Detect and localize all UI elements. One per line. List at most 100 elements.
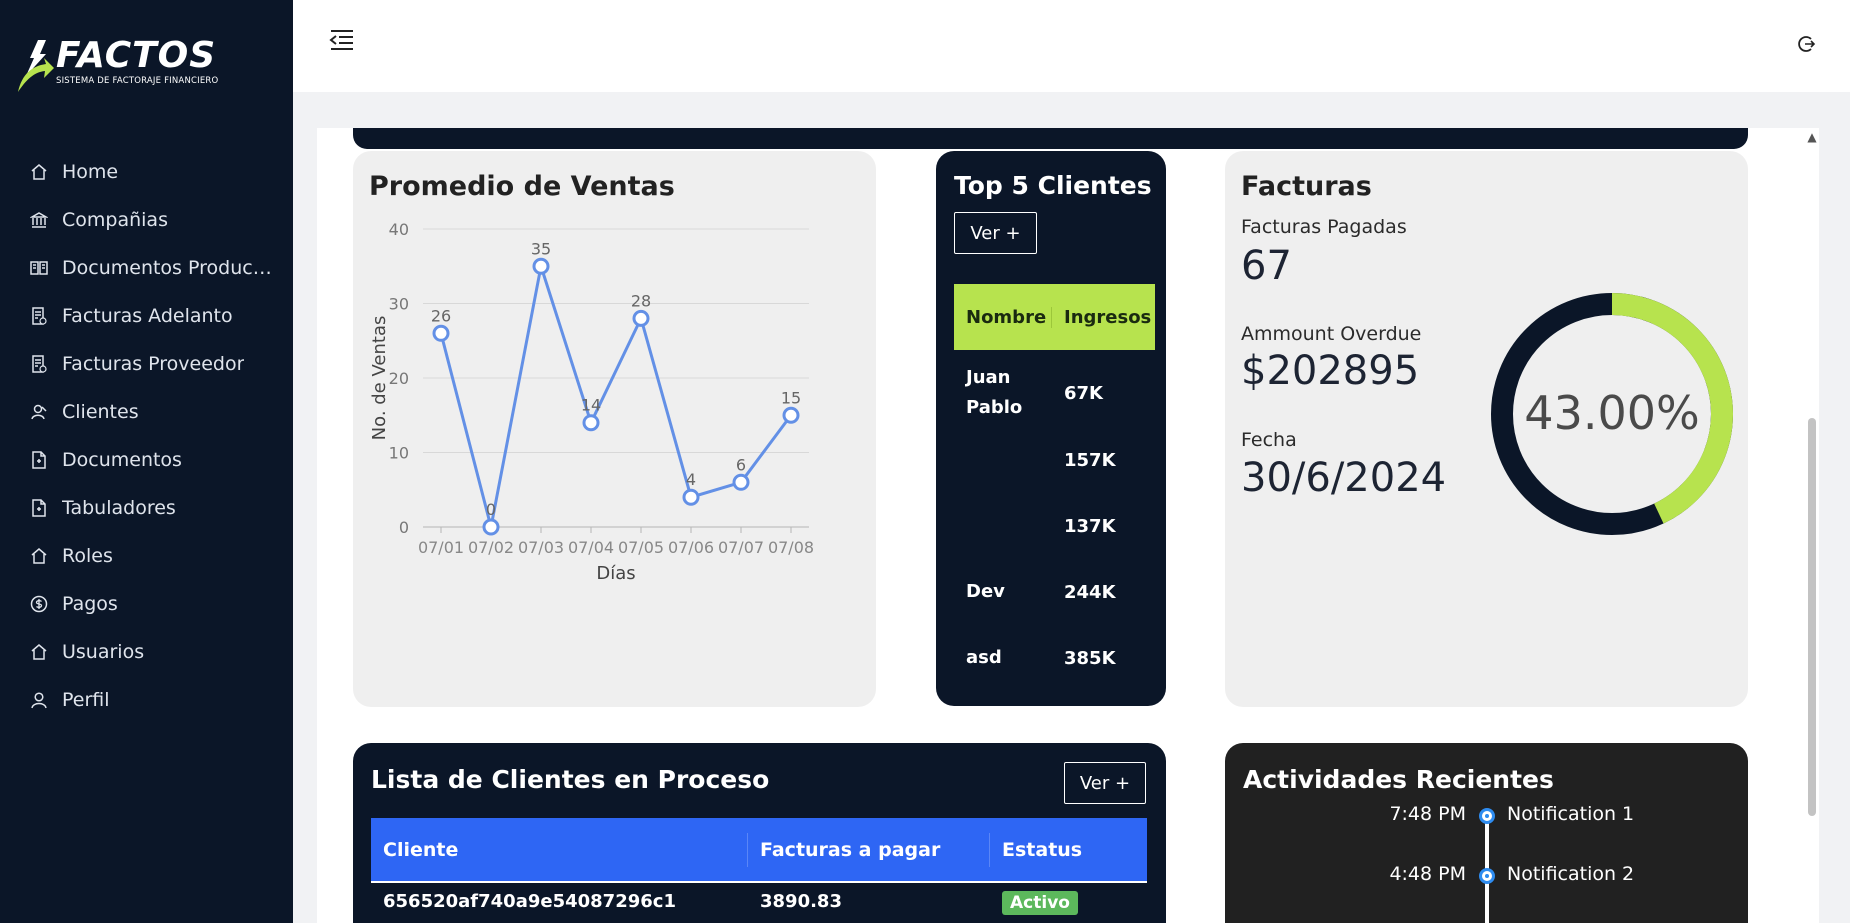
timeline-time: 7:48 PM [1389, 803, 1466, 825]
x-tick-label: 07/02 [468, 538, 514, 557]
topbar [293, 0, 1850, 92]
lista-header-estatus: Estatus [1002, 838, 1083, 861]
table-row[interactable]: Dev 244K [954, 567, 1155, 617]
timeline-item[interactable]: 4:48 PM Notification 2 [1225, 863, 1748, 887]
banner-strip [353, 128, 1748, 149]
table-row[interactable]: Juan Pablo 67K [954, 351, 1155, 435]
sidebar-item-label: Documentos [62, 449, 182, 471]
timeline-text: Notification 2 [1507, 863, 1635, 885]
x-tick-label: 07/07 [718, 538, 764, 557]
sidebar-item-label: Home [62, 161, 119, 183]
actividades-card: Actividades Recientes 7:48 PM Notificati… [1225, 743, 1748, 923]
sidebar-item-documentos[interactable]: Documentos [0, 436, 293, 484]
top5-header-ingresos: Ingresos [1064, 306, 1152, 328]
sidebar-item-perfil[interactable]: Perfil [0, 676, 293, 724]
lista-header-facturas: Facturas a pagar [748, 832, 990, 867]
donut-percent-label: 43.00% [1524, 386, 1699, 440]
sidebar-item-pagos[interactable]: Pagos [0, 580, 293, 628]
sidebar-item-facturas-proveedor[interactable]: Facturas Proveedor [0, 340, 293, 388]
sidebar-item-label: Tabuladores [62, 497, 176, 519]
top5-cell-ingresos: 137K [1064, 515, 1116, 537]
sidebar-nav: Home Compañias Documentos Productos Fact… [0, 148, 293, 724]
document-icon [32, 451, 46, 469]
top5-cell-nombre: Juan Pablo [966, 367, 1023, 418]
facturas-donut-chart: 43.00% [1491, 293, 1733, 535]
y-tick-label: 0 [399, 518, 409, 537]
y-tick-label: 10 [389, 444, 409, 463]
sidebar-item-home[interactable]: Home [0, 148, 293, 196]
fecha-label: Fecha [1241, 429, 1297, 451]
timeline-dot-icon [1479, 808, 1495, 824]
sidebar-item-documentos-productos[interactable]: Documentos Productos [0, 244, 293, 292]
y-tick-label: 40 [389, 220, 409, 239]
brand-logo[interactable]: FACTOS SISTEMA DE FACTORAJE FINANCIERO [16, 38, 218, 94]
y-axis-label: No. de Ventas [369, 316, 390, 441]
x-tick-label: 07/03 [518, 538, 564, 557]
page-scrollbar[interactable]: ▲ [1805, 128, 1819, 923]
sidebar-item-label: Clientes [62, 401, 139, 423]
sidebar: FACTOS SISTEMA DE FACTORAJE FINANCIERO H… [0, 0, 293, 923]
lista-cell-facturas: 3890.83 [760, 891, 842, 912]
timeline-item[interactable]: 7:48 PM Notification 1 [1225, 803, 1748, 827]
top5-cell-nombre: Dev [966, 581, 1005, 602]
brand-name: FACTOS [56, 35, 217, 76]
overdue-value: $202895 [1241, 348, 1420, 394]
data-label: 28 [631, 291, 651, 310]
data-label: 15 [781, 388, 801, 407]
x-tick-label: 07/06 [668, 538, 714, 557]
status-badge: Activo [1002, 891, 1078, 915]
sidebar-item-companias[interactable]: Compañias [0, 196, 293, 244]
logout-icon[interactable] [1796, 34, 1816, 54]
menu-collapse-icon[interactable] [329, 28, 355, 52]
sidebar-item-roles[interactable]: Roles [0, 532, 293, 580]
top5-cell-ingresos: 385K [1064, 647, 1116, 669]
data-label: 26 [431, 306, 451, 325]
timeline-text: Notification 1 [1507, 803, 1635, 825]
facturas-pagadas-label: Facturas Pagadas [1241, 216, 1407, 238]
invoice-icon [32, 307, 47, 325]
y-tick-label: 30 [389, 295, 409, 314]
data-point [482, 518, 500, 536]
top5-title: Top 5 Clientes [954, 171, 1152, 200]
timeline-dot-icon [1479, 868, 1495, 884]
top5-clientes-card: Top 5 Clientes Ver + Nombre Ingresos Jua… [936, 151, 1166, 706]
x-axis-label: Días [596, 563, 635, 584]
data-point [782, 406, 800, 424]
data-label: 0 [486, 500, 496, 519]
data-label: 35 [531, 239, 551, 258]
users-icon [31, 404, 47, 420]
facturas-pagadas-value: 67 [1241, 243, 1292, 289]
lista-clientes-card: Lista de Clientes en Proceso Ver + Clien… [353, 743, 1166, 923]
table-row[interactable]: asd 385K [954, 633, 1155, 683]
data-label: 14 [581, 396, 601, 415]
sidebar-item-usuarios[interactable]: Usuarios [0, 628, 293, 676]
y-tick-label: 20 [389, 369, 409, 388]
data-point [682, 488, 700, 506]
lista-title: Lista de Clientes en Proceso [371, 765, 770, 794]
top5-cell-ingresos: 157K [1064, 449, 1116, 471]
sidebar-item-clientes[interactable]: Clientes [0, 388, 293, 436]
sidebar-item-facturas-adelanto[interactable]: Facturas Adelanto [0, 292, 293, 340]
scrollbar-thumb[interactable] [1808, 418, 1816, 816]
lista-table-header: Cliente Facturas a pagar Estatus [371, 818, 1147, 883]
bank-icon [30, 212, 48, 228]
facturas-title: Facturas [1241, 171, 1372, 202]
top5-cell-ingresos: 244K [1064, 581, 1116, 603]
sidebar-item-label: Usuarios [62, 641, 145, 663]
facturas-card: Facturas Facturas Pagadas 67 Ammount Ove… [1225, 151, 1748, 707]
x-tick-label: 07/05 [618, 538, 664, 557]
sidebar-item-label: Compañias [62, 209, 168, 231]
table-row[interactable]: 656520af740a9e54087296c1 3890.83 Activo [371, 891, 1147, 915]
top5-cell-nombre: asd [966, 647, 1002, 668]
lista-cell-cliente: 656520af740a9e54087296c1 [383, 891, 676, 912]
table-row[interactable]: 157K [954, 435, 1155, 485]
table-row[interactable]: 137K [954, 501, 1155, 551]
lista-ver-button[interactable]: Ver + [1064, 762, 1146, 804]
sidebar-item-label: Pagos [62, 593, 118, 615]
coin-icon [30, 595, 48, 613]
top5-ver-button[interactable]: Ver + [954, 212, 1037, 254]
top5-cell-ingresos: 67K [1064, 382, 1103, 404]
ventas-line-chart: 01020304007/01 07/02 07/03 07/04 07/05 07/06 0… [369, 220, 814, 584]
scroll-up-arrow-icon[interactable]: ▲ [1805, 130, 1819, 144]
sidebar-item-tabuladores[interactable]: Tabuladores [0, 484, 293, 532]
